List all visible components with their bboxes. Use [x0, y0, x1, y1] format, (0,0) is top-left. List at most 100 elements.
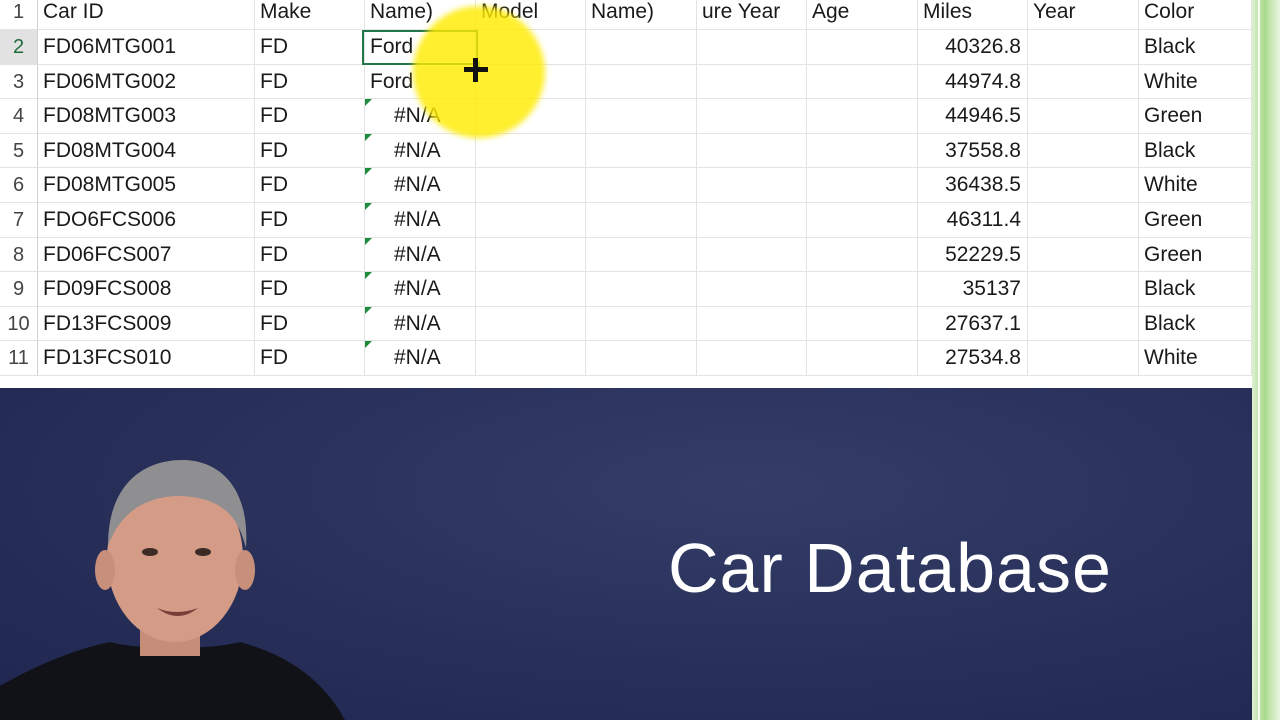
cell-year[interactable] [1028, 99, 1139, 134]
cell-miles[interactable]: 36438.5 [918, 168, 1028, 203]
column-header-model-name[interactable]: Name) [586, 0, 697, 30]
column-header-make[interactable]: Make [255, 0, 365, 30]
cell-model[interactable] [476, 203, 586, 238]
cell-make[interactable]: FD [255, 99, 365, 134]
cell-model[interactable] [476, 30, 586, 65]
cell-car-id[interactable]: FD13FCS010 [38, 341, 255, 376]
cell-model-name[interactable] [586, 341, 697, 376]
row-header[interactable]: 1 [0, 0, 38, 30]
cell-model[interactable] [476, 237, 586, 273]
cell-manufacture-year[interactable] [697, 237, 807, 273]
cell-manufacture-year[interactable] [697, 168, 807, 203]
cell-model-name[interactable] [586, 133, 697, 169]
column-header-name[interactable]: Name) [365, 0, 476, 30]
row-header[interactable]: 8 [0, 237, 38, 273]
cell-manufacture-year[interactable] [697, 99, 807, 134]
cell-manufacture-year[interactable] [697, 272, 807, 307]
cell-age[interactable] [807, 237, 918, 273]
error-indicator-icon[interactable] [365, 272, 372, 280]
row-header[interactable]: 4 [0, 99, 38, 134]
cell-name[interactable]: Ford [365, 64, 476, 100]
row-header[interactable]: 6 [0, 168, 38, 203]
cell-model-name[interactable] [586, 99, 697, 134]
cell-miles[interactable]: 27637.1 [918, 306, 1028, 342]
cell-miles[interactable]: 35137 [918, 272, 1028, 307]
cell-make[interactable]: FD [255, 64, 365, 100]
cell-name[interactable]: #N/A [365, 99, 476, 134]
row-header[interactable]: 7 [0, 203, 38, 238]
row-header[interactable]: 10 [0, 306, 38, 342]
cell-manufacture-year[interactable] [697, 64, 807, 100]
cell-car-id[interactable]: FD13FCS009 [38, 306, 255, 342]
error-indicator-icon[interactable] [365, 133, 372, 141]
cell-model[interactable] [476, 341, 586, 376]
cell-age[interactable] [807, 168, 918, 203]
cell-model[interactable] [476, 306, 586, 342]
cell-car-id[interactable]: FD08MTG003 [38, 99, 255, 134]
cell-year[interactable] [1028, 341, 1139, 376]
cell-miles[interactable]: 44946.5 [918, 99, 1028, 134]
column-header-model[interactable]: Model [476, 0, 586, 30]
cell-age[interactable] [807, 99, 918, 134]
cell-color[interactable]: Green [1139, 237, 1252, 273]
cell-name[interactable]: #N/A [365, 306, 476, 342]
cell-miles[interactable]: 44974.8 [918, 64, 1028, 100]
cell-year[interactable] [1028, 133, 1139, 169]
cell-year[interactable] [1028, 203, 1139, 238]
cell-make[interactable]: FD [255, 341, 365, 376]
cell-year[interactable] [1028, 237, 1139, 273]
error-indicator-icon[interactable] [365, 341, 372, 349]
column-header-car-id[interactable]: Car ID [38, 0, 255, 30]
error-indicator-icon[interactable] [365, 237, 372, 245]
cell-make[interactable]: FD [255, 133, 365, 169]
cell-name[interactable]: #N/A [365, 203, 476, 238]
cell-name[interactable]: #N/A [365, 272, 476, 307]
cell-miles[interactable]: 40326.8 [918, 30, 1028, 65]
cell-year[interactable] [1028, 30, 1139, 65]
cell-manufacture-year[interactable] [697, 306, 807, 342]
cell-color[interactable]: White [1139, 64, 1252, 100]
cell-model-name[interactable] [586, 272, 697, 307]
cell-make[interactable]: FD [255, 30, 365, 65]
cell-color[interactable]: White [1139, 168, 1252, 203]
cell-age[interactable] [807, 306, 918, 342]
cell-age[interactable] [807, 64, 918, 100]
row-header[interactable]: 2 [0, 30, 38, 65]
cell-miles[interactable]: 27534.8 [918, 341, 1028, 376]
cell-year[interactable] [1028, 306, 1139, 342]
cell-color[interactable]: Black [1139, 306, 1252, 342]
cell-age[interactable] [807, 133, 918, 169]
row-header[interactable]: 5 [0, 133, 38, 169]
cell-model[interactable] [476, 168, 586, 203]
cell-year[interactable] [1028, 272, 1139, 307]
cell-name[interactable]: #N/A [365, 237, 476, 273]
cell-name[interactable]: #N/A [365, 341, 476, 376]
cell-name[interactable]: Ford [365, 30, 476, 65]
cell-manufacture-year[interactable] [697, 341, 807, 376]
cell-model-name[interactable] [586, 203, 697, 238]
cell-car-id[interactable]: FDO6FCS006 [38, 203, 255, 238]
cell-miles[interactable]: 46311.4 [918, 203, 1028, 238]
cell-miles[interactable]: 52229.5 [918, 237, 1028, 273]
cell-age[interactable] [807, 341, 918, 376]
cell-manufacture-year[interactable] [697, 30, 807, 65]
cell-year[interactable] [1028, 168, 1139, 203]
cell-age[interactable] [807, 272, 918, 307]
cell-model[interactable] [476, 99, 586, 134]
column-header-year[interactable]: Year [1028, 0, 1139, 30]
cell-car-id[interactable]: FD08MTG004 [38, 133, 255, 169]
cell-model-name[interactable] [586, 168, 697, 203]
cell-make[interactable]: FD [255, 237, 365, 273]
column-header-manufacture-year[interactable]: ure Year [697, 0, 807, 30]
cell-color[interactable]: Black [1139, 272, 1252, 307]
cell-car-id[interactable]: FD06MTG002 [38, 64, 255, 100]
cell-model-name[interactable] [586, 237, 697, 273]
cell-age[interactable] [807, 30, 918, 65]
cell-model[interactable] [476, 133, 586, 169]
cell-model-name[interactable] [586, 306, 697, 342]
cell-car-id[interactable]: FD06FCS007 [38, 237, 255, 273]
row-header[interactable]: 3 [0, 64, 38, 100]
cell-manufacture-year[interactable] [697, 133, 807, 169]
cell-car-id[interactable]: FD08MTG005 [38, 168, 255, 203]
cell-color[interactable]: Green [1139, 99, 1252, 134]
